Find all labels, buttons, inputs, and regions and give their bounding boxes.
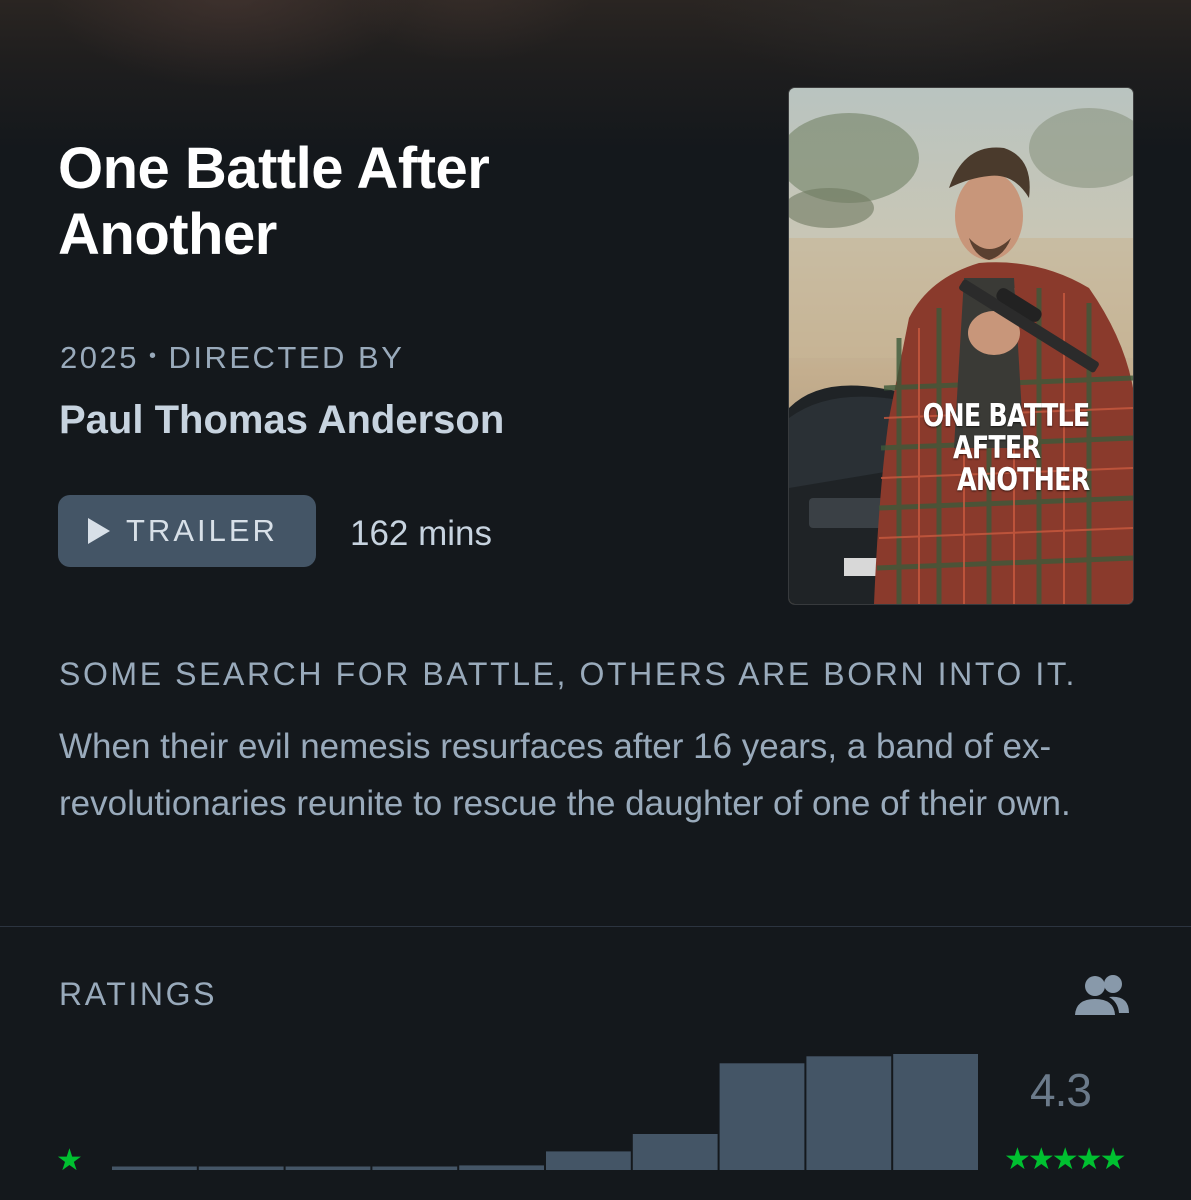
histogram-bar-3[interactable] (546, 1151, 631, 1170)
histogram-bar-1[interactable] (198, 1166, 284, 1171)
histogram-bar-4[interactable] (719, 1063, 805, 1170)
section-divider (0, 926, 1191, 927)
tagline: SOME SEARCH FOR BATTLE, OTHERS ARE BORN … (59, 656, 1077, 692)
max-rating-stars: ★★★★★ (1004, 1143, 1126, 1176)
film-title: One Battle After Another (58, 136, 490, 267)
histogram-bar-2.5[interactable] (459, 1165, 544, 1170)
directed-by-label: DIRECTED BY (168, 340, 405, 375)
separator-dot: • (148, 345, 159, 368)
synopsis: When their evil nemesis resurfaces after… (59, 727, 1071, 823)
poster-artwork (789, 88, 1133, 604)
ratings-histogram[interactable] (112, 1040, 978, 1170)
play-icon (88, 518, 110, 544)
film-meta: 2025 • DIRECTED BY (60, 340, 404, 376)
film-poster[interactable]: ONE BATTLE AFTER ANOTHER (789, 88, 1133, 604)
poster-title-line: ANOTHER (956, 462, 1090, 498)
histogram-bar-2[interactable] (372, 1166, 458, 1171)
min-rating-star: ★ (56, 1144, 83, 1177)
trailer-label: TRAILER (126, 513, 278, 548)
director-name[interactable]: Paul Thomas Anderson (59, 398, 504, 443)
poster-title-line: ONE BATTLE (922, 398, 1090, 434)
average-rating[interactable]: 4.3 (1030, 1063, 1092, 1117)
runtime: 162 mins (350, 514, 493, 553)
histogram-bar-4.5[interactable] (806, 1056, 892, 1170)
film-page: One Battle After Another 2025 • DIRECTED B… (0, 0, 1191, 1200)
poster-title: ONE BATTLE AFTER ANOTHER (922, 398, 1090, 498)
histogram-bar-5[interactable] (893, 1054, 978, 1170)
ratings-heading[interactable]: RATINGS (59, 976, 217, 1013)
histogram-bar-3.5[interactable] (632, 1134, 718, 1170)
histogram-bar-1.5[interactable] (285, 1166, 371, 1171)
friends-icon[interactable] (1073, 973, 1131, 1019)
release-year[interactable]: 2025 (60, 340, 139, 375)
trailer-button[interactable]: TRAILER (58, 495, 316, 567)
histogram-bar-0.5[interactable] (112, 1166, 197, 1171)
poster-title-line: AFTER (952, 430, 1041, 466)
